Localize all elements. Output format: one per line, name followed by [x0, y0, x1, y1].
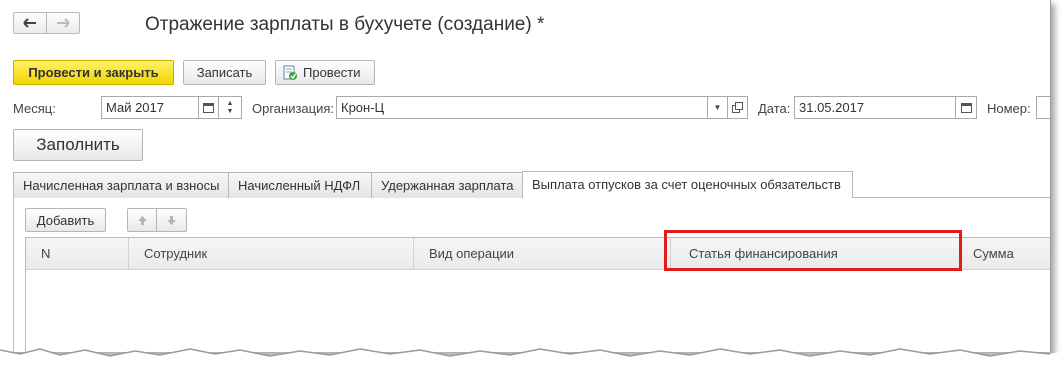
fill-button[interactable]: Заполнить — [13, 129, 143, 161]
post-button-label: Провести — [303, 65, 361, 80]
column-n[interactable]: N — [26, 238, 129, 269]
back-button[interactable] — [13, 12, 47, 34]
calendar-icon — [960, 103, 972, 113]
calendar-icon — [203, 103, 214, 113]
number-field[interactable] — [1036, 96, 1050, 119]
organization-field[interactable]: Крон-Ц — [336, 96, 708, 119]
post-button[interactable]: Провести — [275, 60, 375, 85]
column-operation-type[interactable]: Вид операции — [414, 238, 671, 269]
month-calendar-button[interactable] — [198, 96, 219, 119]
document-post-icon — [283, 65, 297, 80]
chevron-down-icon: ▼ — [713, 103, 722, 112]
organization-label: Организация: — [252, 101, 335, 116]
date-field[interactable]: 31.05.2017 — [794, 96, 956, 119]
document-window: Отражение зарплаты в бухучете (создание)… — [0, 0, 1051, 352]
chevron-up-icon: ▲ — [226, 99, 234, 107]
month-label: Месяц: — [13, 101, 56, 116]
tab-vacation-payments[interactable]: Выплата отпусков за счет оценочных обяза… — [522, 171, 853, 198]
month-field[interactable]: Май 2017 — [101, 96, 199, 119]
arrow-down-icon — [167, 215, 176, 225]
torn-edge — [0, 348, 1061, 365]
arrow-up-icon — [137, 215, 147, 225]
date-calendar-button[interactable] — [955, 96, 977, 119]
post-and-close-button[interactable]: Провести и закрыть — [13, 60, 174, 85]
move-down-button[interactable] — [156, 208, 187, 232]
date-label: Дата: — [758, 101, 791, 116]
tab-accrued-ndfl[interactable]: Начисленный НДФЛ — [228, 172, 372, 198]
arrow-right-icon — [57, 18, 70, 28]
chevron-down-icon: ▼ — [226, 107, 234, 115]
page-title: Отражение зарплаты в бухучете (создание)… — [145, 14, 545, 35]
arrow-left-icon — [23, 18, 36, 28]
forward-button[interactable] — [46, 12, 80, 34]
add-button[interactable]: Добавить — [25, 208, 106, 232]
open-window-icon — [732, 102, 743, 113]
save-button[interactable]: Записать — [183, 60, 266, 85]
column-employee[interactable]: Сотрудник — [129, 238, 414, 269]
organization-open-button[interactable] — [727, 96, 748, 119]
tab-accrued-salary[interactable]: Начисленная зарплата и взносы — [13, 172, 229, 198]
tab-withheld-salary[interactable]: Удержанная зарплата — [371, 172, 523, 198]
month-stepper[interactable]: ▲ ▼ — [218, 96, 242, 119]
organization-dropdown-button[interactable]: ▼ — [707, 96, 728, 119]
highlight-box — [664, 230, 962, 271]
number-label: Номер: — [987, 101, 1031, 116]
column-amount[interactable]: Сумма — [961, 238, 1050, 269]
move-up-button[interactable] — [127, 208, 157, 232]
